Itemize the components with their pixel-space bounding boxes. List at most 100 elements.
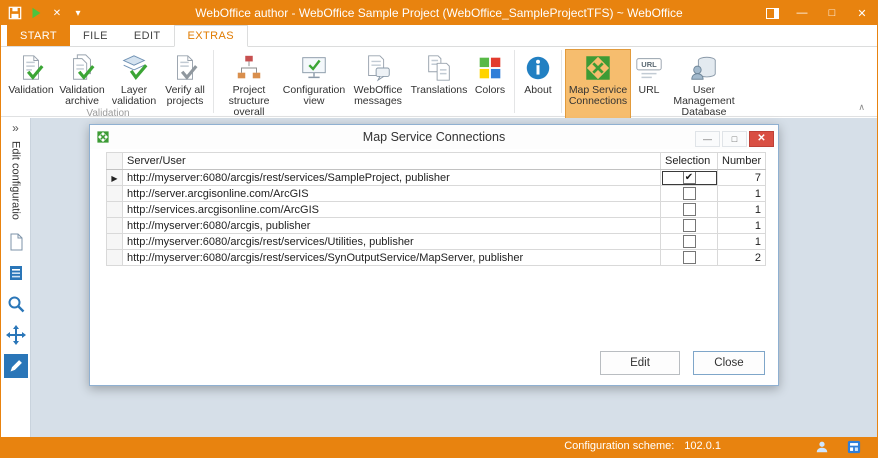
user-status-button[interactable] [815, 440, 829, 454]
cell-number[interactable]: 1 [718, 234, 766, 250]
cell-server[interactable]: http://myserver:6080/arcgis/rest/service… [123, 250, 661, 266]
cell-number[interactable]: 1 [718, 218, 766, 234]
ribbon-item-validation-archive[interactable]: Validation archive [56, 49, 108, 108]
sidebar-tool-move[interactable] [4, 323, 28, 347]
cell-server[interactable]: http://server.arcgisonline.com/ArcGIS [123, 186, 661, 202]
ribbon-item-translations[interactable]: Translations [409, 49, 469, 119]
cell-selection[interactable] [661, 250, 718, 266]
ribbon-item-validation[interactable]: Validation [6, 49, 56, 108]
cell-selection[interactable] [661, 186, 718, 202]
cell-selection[interactable] [661, 202, 718, 218]
table-row[interactable]: http://myserver:6080/arcgis/rest/service… [107, 250, 766, 266]
status-bar: Configuration scheme: 102.0.1 [1, 437, 877, 457]
svg-text:URL: URL [641, 60, 657, 69]
title-bar: ✕ ▾ WebOffice author - WebOffice Sample … [1, 1, 877, 25]
minimize-button[interactable]: — [787, 1, 817, 25]
cell-number[interactable]: 7 [718, 170, 766, 186]
sidebar-tool-new-document[interactable] [4, 230, 28, 254]
table-row[interactable]: http://services.arcgisonline.com/ArcGIS … [107, 202, 766, 218]
cell-selection[interactable] [661, 234, 718, 250]
ribbon-item-weboffice-messages[interactable]: WebOffice messages [347, 49, 409, 119]
dialog-maximize-button[interactable]: □ [722, 131, 747, 147]
cell-number[interactable]: 1 [718, 202, 766, 218]
cell-number[interactable]: 1 [718, 186, 766, 202]
ribbon-item-map-service-connections[interactable]: Map Service Connections [565, 49, 631, 119]
ribbon-item-colors[interactable]: Colors [469, 49, 511, 119]
collapse-ribbon-button[interactable]: ∧ [858, 102, 865, 113]
expand-panel-button[interactable]: » [12, 121, 19, 137]
quick-access-toolbar: ✕ ▾ [1, 5, 86, 21]
table-row[interactable]: http://myserver:6080/arcgis/rest/service… [107, 234, 766, 250]
run-button[interactable] [28, 5, 44, 21]
save-button[interactable] [7, 5, 23, 21]
selection-checkbox[interactable] [683, 203, 696, 216]
ribbon-group-staging: Map Service Connections URL URL User Man… [563, 47, 743, 116]
sidebar-panel-tab[interactable]: Edit configuratio [10, 141, 22, 220]
ribbon-item-about[interactable]: About [518, 49, 558, 103]
book-icon [6, 263, 26, 283]
close-button[interactable]: ✕ [847, 1, 877, 25]
configuration-scheme: Configuration scheme: 102.0.1 [564, 440, 721, 452]
cell-number[interactable]: 2 [718, 250, 766, 266]
sidebar-tool-search[interactable] [4, 292, 28, 316]
window-controls: — □ ✕ [757, 1, 877, 25]
column-header-number[interactable]: Number [718, 153, 766, 170]
ribbon-group-label [516, 103, 560, 116]
sidebar-tools [4, 230, 28, 378]
tab-edit[interactable]: EDIT [121, 25, 174, 46]
selection-checkbox[interactable] [683, 219, 696, 232]
cell-selection[interactable] [661, 218, 718, 234]
ribbon-item-label: WebOffice messages [349, 85, 407, 107]
maximize-button[interactable]: □ [817, 1, 847, 25]
cell-selection[interactable]: ✔ [661, 170, 718, 186]
dialog-title-bar[interactable]: Map Service Connections — □ ✕ [90, 125, 778, 149]
table-row[interactable]: http://myserver:6080/arcgis, publisher 1 [107, 218, 766, 234]
edit-button[interactable]: Edit [600, 351, 680, 375]
about-icon [523, 52, 553, 84]
ribbon-item-url[interactable]: URL URL [631, 49, 667, 119]
ribbon-item-label: User Management Database [669, 85, 739, 118]
dialog-close-button[interactable]: ✕ [749, 131, 774, 147]
app-status-button[interactable] [847, 440, 861, 454]
ribbon-group-options: Project structure overall Configuration … [215, 47, 513, 116]
tab-start[interactable]: START [7, 25, 70, 46]
configuration-scheme-value: 102.0.1 [684, 440, 721, 452]
close-dialog-button[interactable]: Close [693, 351, 765, 375]
quick-close-button[interactable]: ✕ [49, 5, 65, 21]
dock-window-button[interactable] [757, 1, 787, 25]
ribbon-item-configuration-view[interactable]: Configuration view [281, 49, 347, 119]
column-header-server-user[interactable]: Server/User [123, 153, 661, 170]
table-row[interactable]: http://server.arcgisonline.com/ArcGIS 1 [107, 186, 766, 202]
sidebar-tool-edit[interactable] [4, 354, 28, 378]
ribbon-tab-strip: START FILE EDIT EXTRAS [1, 25, 877, 47]
active-row-marker: ▶ [111, 174, 117, 183]
column-header-selection[interactable]: Selection [661, 153, 718, 170]
dialog-title: Map Service Connections [90, 130, 778, 144]
user-management-database-icon [689, 52, 719, 84]
selection-checkbox[interactable] [683, 235, 696, 248]
window-title: WebOffice author - WebOffice Sample Proj… [1, 6, 877, 20]
ribbon-item-user-management-database[interactable]: User Management Database [667, 49, 741, 119]
app-window: ✕ ▾ WebOffice author - WebOffice Sample … [0, 0, 878, 458]
tab-extras[interactable]: EXTRAS [174, 25, 248, 47]
layer-validation-icon [119, 52, 149, 84]
cell-server[interactable]: http://myserver:6080/arcgis/rest/service… [123, 234, 661, 250]
selection-checkbox[interactable] [683, 187, 696, 200]
validation-archive-icon [67, 52, 97, 84]
ribbon-item-label: About [524, 85, 551, 96]
pen-icon [6, 356, 26, 376]
ribbon-item-project-structure[interactable]: Project structure overall [217, 49, 281, 119]
cell-server[interactable]: http://myserver:6080/arcgis/rest/service… [123, 170, 661, 186]
cell-server[interactable]: http://myserver:6080/arcgis, publisher [123, 218, 661, 234]
sidebar-tool-legend[interactable] [4, 261, 28, 285]
ribbon-item-verify-all-projects[interactable]: Verify all projects [160, 49, 210, 108]
selection-checkbox[interactable]: ✔ [683, 171, 696, 184]
dialog-minimize-button[interactable]: — [695, 131, 720, 147]
table-row[interactable]: ▶ http://myserver:6080/arcgis/rest/servi… [107, 170, 766, 186]
qat-dropdown-button[interactable]: ▾ [70, 5, 86, 21]
selection-checkbox[interactable] [683, 251, 696, 264]
cell-server[interactable]: http://services.arcgisonline.com/ArcGIS [123, 202, 661, 218]
map-service-connections-dialog: Map Service Connections — □ ✕ Server/Use… [89, 124, 779, 386]
ribbon-item-layer-validation[interactable]: Layer validation [108, 49, 160, 108]
tab-file[interactable]: FILE [70, 25, 121, 46]
